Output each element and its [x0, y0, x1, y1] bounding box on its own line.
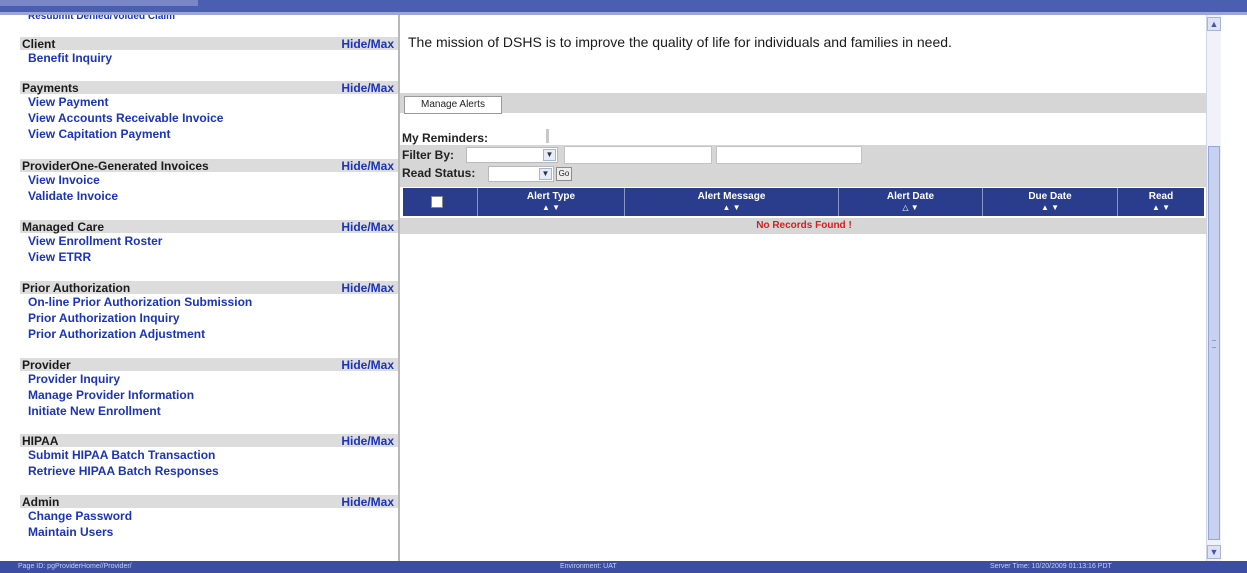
left-edge: [0, 15, 14, 561]
link-provider-inquiry[interactable]: Provider Inquiry: [28, 371, 398, 387]
go-button[interactable]: Go: [556, 167, 572, 181]
section-title: HIPAA: [22, 434, 59, 448]
link-view-enrollment-roster[interactable]: View Enrollment Roster: [28, 233, 398, 249]
scroll-down-icon[interactable]: ▼: [1207, 545, 1221, 559]
link-benefit-inquiry[interactable]: Benefit Inquiry: [28, 50, 398, 66]
hide-max-link[interactable]: Hide/Max: [341, 281, 394, 295]
right-edge: [1221, 15, 1247, 561]
link-initiate-new-enrollment[interactable]: Initiate New Enrollment: [28, 403, 398, 419]
filter-type-select[interactable]: ▼: [466, 147, 558, 163]
section-header: HIPAA Hide/Max: [20, 434, 398, 448]
sort-arrows-icon[interactable]: ▲ ▼: [1118, 203, 1204, 213]
section-title: Provider: [22, 358, 71, 372]
select-all-column: [403, 188, 478, 216]
sidebar-menu: Resubmit Denied/Voided Claim Client Hide…: [14, 15, 398, 561]
hide-max-link[interactable]: Hide/Max: [341, 220, 394, 234]
manage-alerts-button[interactable]: Manage Alerts: [404, 96, 502, 114]
section-providerone-invoices: ProviderOne-Generated Invoices Hide/Max …: [20, 159, 398, 204]
link-view-capitation-payment[interactable]: View Capitation Payment: [28, 126, 398, 142]
link-change-password[interactable]: Change Password: [28, 508, 398, 524]
vertical-scrollbar[interactable]: ▲ ▼: [1206, 15, 1221, 561]
section-title: ProviderOne-Generated Invoices: [22, 159, 209, 173]
column-label: Alert Message: [697, 191, 766, 202]
section-header: Admin Hide/Max: [20, 495, 398, 509]
scrollbar-grip: [1212, 340, 1216, 348]
col-alert-type[interactable]: Alert Type ▲ ▼: [478, 188, 625, 216]
section-title: Managed Care: [22, 220, 105, 234]
section-client: Client Hide/Max Benefit Inquiry: [20, 37, 398, 66]
section-title: Client: [22, 37, 56, 51]
sort-arrows-icon[interactable]: △ ▼: [839, 203, 982, 213]
main-panel: The mission of DSHS is to improve the qu…: [398, 15, 1208, 561]
section-payments: Payments Hide/Max View Payment View Acco…: [20, 81, 398, 142]
status-server-time: Server Time: 10/20/2009 01:13:16 PDT: [990, 563, 1112, 570]
hide-max-link[interactable]: Hide/Max: [341, 358, 394, 372]
reminders-divider: [546, 129, 549, 143]
hide-max-link[interactable]: Hide/Max: [341, 434, 394, 448]
status-page-id: Page ID: pgProviderHome//Provider/: [18, 563, 132, 570]
col-read[interactable]: Read ▲ ▼: [1118, 188, 1204, 216]
section-header: Prior Authorization Hide/Max: [20, 281, 398, 295]
link-view-ar-invoice[interactable]: View Accounts Receivable Invoice: [28, 110, 398, 126]
link-pa-adjustment[interactable]: Prior Authorization Adjustment: [28, 326, 398, 342]
status-bar: Page ID: pgProviderHome//Provider/ Envir…: [0, 561, 1247, 573]
hide-max-link[interactable]: Hide/Max: [341, 495, 394, 509]
alerts-grid-header: Alert Type ▲ ▼ Alert Message ▲ ▼ Alert D…: [403, 188, 1204, 216]
scrollbar-thumb[interactable]: [1208, 146, 1220, 540]
filter-text-field-2[interactable]: [716, 146, 862, 164]
hide-max-link[interactable]: Hide/Max: [341, 37, 394, 51]
my-reminders-label: My Reminders:: [402, 131, 489, 145]
section-admin: Admin Hide/Max Change Password Maintain …: [20, 495, 398, 540]
alerts-tab-band: [400, 93, 1208, 113]
section-title: Prior Authorization: [22, 281, 131, 295]
select-all-checkbox[interactable]: [431, 196, 443, 208]
section-managed-care: Managed Care Hide/Max View Enrollment Ro…: [20, 220, 398, 265]
section-header: ProviderOne-Generated Invoices Hide/Max: [20, 159, 398, 173]
section-header: Payments Hide/Max: [20, 81, 398, 95]
link-pa-inquiry[interactable]: Prior Authorization Inquiry: [28, 310, 398, 326]
sort-arrows-icon[interactable]: ▲ ▼: [983, 203, 1117, 213]
read-status-label: Read Status:: [402, 166, 476, 180]
link-view-invoice[interactable]: View Invoice: [28, 172, 398, 188]
link-manage-provider-information[interactable]: Manage Provider Information: [28, 387, 398, 403]
section-title: Payments: [22, 81, 79, 95]
filter-text-field-1[interactable]: [564, 146, 712, 164]
read-status-select[interactable]: ▼: [488, 166, 554, 182]
section-title: Admin: [22, 495, 60, 509]
section-header: Managed Care Hide/Max: [20, 220, 398, 234]
column-label: Read: [1148, 191, 1174, 202]
sort-arrows-icon[interactable]: ▲ ▼: [478, 203, 624, 213]
column-label: Alert Type: [526, 191, 576, 202]
section-prior-authorization: Prior Authorization Hide/Max On-line Pri…: [20, 281, 398, 342]
section-header: Provider Hide/Max: [20, 358, 398, 372]
link-online-pa-submission[interactable]: On-line Prior Authorization Submission: [28, 294, 398, 310]
scroll-up-icon[interactable]: ▲: [1207, 17, 1221, 31]
hide-max-link[interactable]: Hide/Max: [341, 81, 394, 95]
section-provider: Provider Hide/Max Provider Inquiry Manag…: [20, 358, 398, 419]
status-environment: Environment: UAT: [560, 563, 617, 570]
column-label: Due Date: [1028, 191, 1072, 202]
link-view-etrr[interactable]: View ETRR: [28, 249, 398, 265]
window-tab-strip: [0, 0, 198, 6]
col-alert-date[interactable]: Alert Date △ ▼: [839, 188, 983, 216]
column-label: Alert Date: [886, 191, 935, 202]
section-header: Client Hide/Max: [20, 37, 398, 51]
section-hipaa: HIPAA Hide/Max Submit HIPAA Batch Transa…: [20, 434, 398, 479]
sort-arrows-icon[interactable]: ▲ ▼: [625, 203, 838, 213]
link-submit-hipaa-batch[interactable]: Submit HIPAA Batch Transaction: [28, 447, 398, 463]
window-top-frame: [0, 0, 1247, 15]
link-view-payment[interactable]: View Payment: [28, 94, 398, 110]
no-records-message: No Records Found !: [400, 218, 1208, 234]
link-retrieve-hipaa-responses[interactable]: Retrieve HIPAA Batch Responses: [28, 463, 398, 479]
mission-statement: The mission of DSHS is to improve the qu…: [408, 34, 952, 50]
col-due-date[interactable]: Due Date ▲ ▼: [983, 188, 1118, 216]
sidebar-link-partial[interactable]: Resubmit Denied/Voided Claim: [28, 15, 238, 19]
chevron-down-icon: ▼: [543, 149, 556, 161]
col-alert-message[interactable]: Alert Message ▲ ▼: [625, 188, 839, 216]
link-validate-invoice[interactable]: Validate Invoice: [28, 188, 398, 204]
hide-max-link[interactable]: Hide/Max: [341, 159, 394, 173]
filter-by-label: Filter By:: [402, 148, 455, 162]
link-maintain-users[interactable]: Maintain Users: [28, 524, 398, 540]
chevron-down-icon: ▼: [539, 168, 552, 180]
